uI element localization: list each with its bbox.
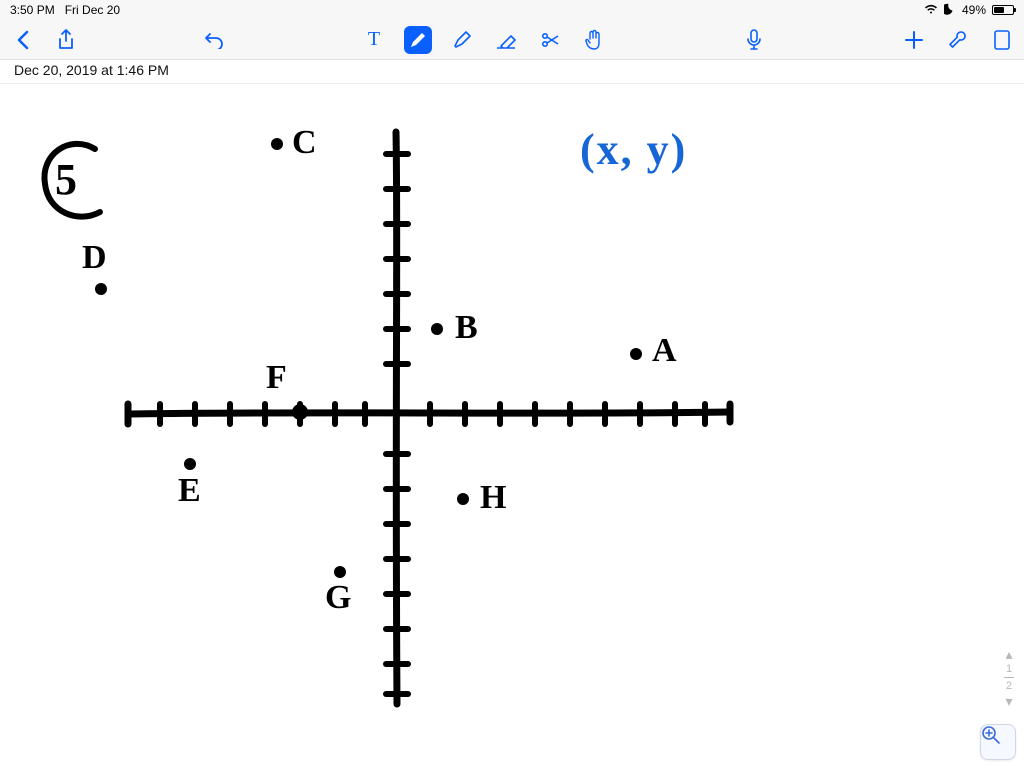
microphone-button[interactable] — [740, 26, 768, 54]
problem-number: 5 — [55, 154, 77, 205]
highlighter-tool-button[interactable] — [448, 26, 476, 54]
wrench-button[interactable] — [944, 26, 972, 54]
wifi-icon — [924, 3, 938, 18]
fraction-bar-icon — [1004, 677, 1014, 678]
ios-status-bar: 3:50 PM Fri Dec 20 49% — [0, 0, 1024, 20]
pen-tool-button[interactable] — [404, 26, 432, 54]
note-canvas[interactable]: 5 (x, y) C D B A F E H G ▴ 1 2 ▾ — [0, 84, 1024, 768]
note-timestamp-text: Dec 20, 2019 at 1:46 PM — [14, 62, 169, 78]
undo-button[interactable] — [200, 26, 228, 54]
point-label-h: H — [480, 479, 506, 517]
point-label-f: F — [266, 359, 287, 397]
scroll-down-arrow-icon: ▾ — [1005, 694, 1012, 708]
dnd-moon-icon — [944, 3, 956, 18]
note-timestamp: Dec 20, 2019 at 1:46 PM — [0, 60, 1024, 84]
back-button[interactable] — [8, 26, 36, 54]
point-label-d: D — [82, 239, 107, 277]
point-label-e: E — [178, 472, 201, 510]
text-tool-label: T — [368, 28, 380, 51]
lasso-hand-tool-button[interactable] — [580, 26, 608, 54]
share-button[interactable] — [52, 26, 80, 54]
point-label-g: G — [325, 579, 351, 617]
point-label-c: C — [292, 124, 317, 162]
point-label-b: B — [455, 309, 478, 347]
battery-icon — [992, 5, 1014, 15]
add-button[interactable] — [900, 26, 928, 54]
battery-percent: 49% — [962, 3, 986, 17]
scroll-fraction-top: 1 — [1006, 663, 1012, 675]
scissors-tool-button[interactable] — [536, 26, 564, 54]
point-label-a: A — [652, 332, 677, 370]
handwriting-layer — [0, 84, 1024, 768]
status-time: 3:50 PM — [10, 3, 55, 17]
status-date: Fri Dec 20 — [65, 3, 120, 17]
scroll-up-arrow-icon: ▴ — [1005, 647, 1012, 661]
app-toolbar: T — [0, 20, 1024, 60]
xy-annotation: (x, y) — [580, 124, 687, 175]
page-scroll-indicator: ▴ 1 2 ▾ — [1004, 647, 1014, 708]
zoom-in-button[interactable] — [980, 724, 1016, 760]
eraser-tool-button[interactable] — [492, 26, 520, 54]
text-tool-button[interactable]: T — [360, 26, 388, 54]
scroll-fraction-bottom: 2 — [1006, 680, 1012, 692]
zoom-in-icon — [981, 725, 1001, 745]
page-button[interactable] — [988, 26, 1016, 54]
